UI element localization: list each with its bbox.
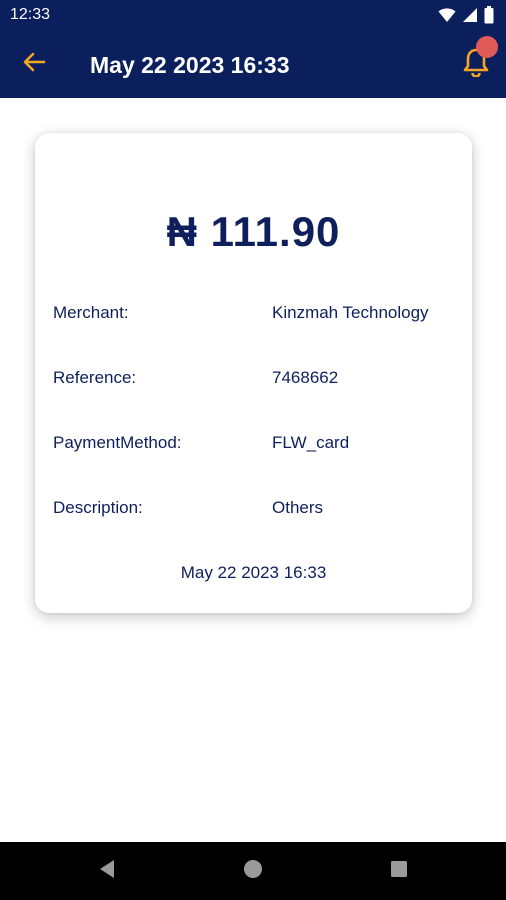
- reference-label: Reference:: [53, 368, 137, 387]
- merchant-label: Merchant:: [53, 303, 129, 322]
- merchant-value: Kinzmah Technology: [272, 303, 429, 322]
- page-title: May 22 2023 16:33: [90, 52, 290, 78]
- wifi-icon: [438, 7, 456, 23]
- reference-value: 7468662: [272, 368, 339, 387]
- arrow-left-icon: [22, 51, 46, 78]
- system-nav-bar: [0, 842, 506, 900]
- battery-icon: [484, 6, 494, 24]
- nav-back-button[interactable]: [92, 856, 122, 886]
- back-triangle-icon: [98, 859, 116, 884]
- home-circle-icon: [243, 859, 263, 884]
- nav-home-button[interactable]: [238, 856, 268, 886]
- transaction-date: May 22 2023 16:33: [180, 563, 327, 582]
- screen: 12:33 May 22 2023 16:33 ₦ 111.90 Merchan…: [0, 0, 506, 900]
- signal-icon: [462, 7, 478, 23]
- recents-square-icon: [390, 860, 408, 883]
- description-label: Description:: [53, 498, 143, 517]
- notification-badge: [476, 36, 498, 58]
- amount: ₦ 111.90: [166, 208, 341, 255]
- receipt-card: ₦ 111.90 Merchant: Kinzmah Technology Re…: [35, 133, 472, 613]
- status-bar: 12:33: [0, 0, 506, 30]
- back-button[interactable]: [14, 48, 54, 80]
- status-time: 12:33: [10, 6, 51, 23]
- app-bar: May 22 2023 16:33: [0, 30, 506, 98]
- payment-method-label: PaymentMethod:: [53, 433, 182, 452]
- status-icons: [438, 6, 494, 24]
- description-value: Others: [272, 498, 324, 517]
- payment-method-value: FLW_card: [272, 433, 350, 452]
- nav-recents-button[interactable]: [384, 856, 414, 886]
- notifications-button[interactable]: [456, 36, 498, 84]
